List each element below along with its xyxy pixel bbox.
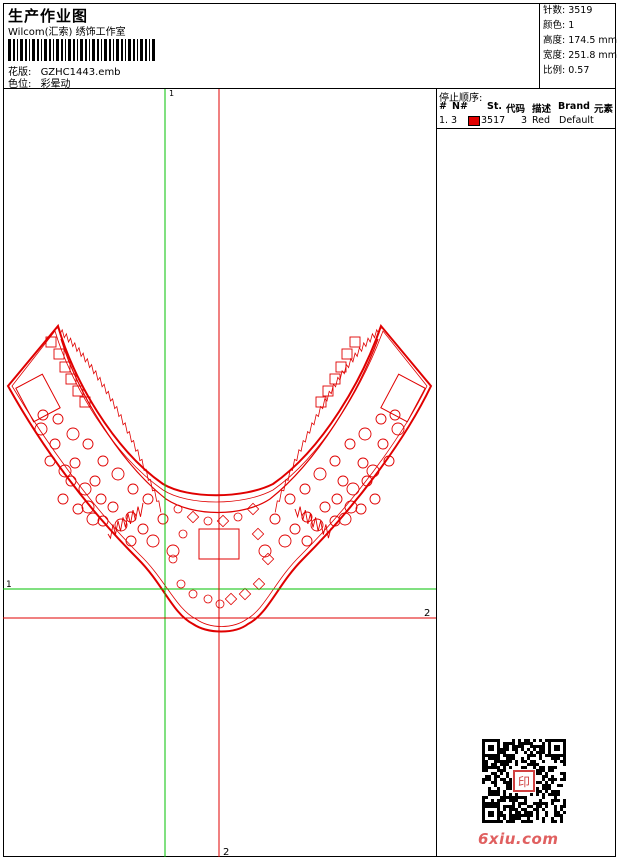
col-num: # bbox=[439, 101, 447, 112]
stat-width: 宽度: 251.8 mm bbox=[543, 50, 617, 61]
stat-colors: 颜色: 1 bbox=[543, 20, 575, 31]
row-needle: 3 bbox=[451, 115, 458, 126]
stat-stitches: 针数: 3519 bbox=[543, 5, 593, 16]
col-element: 元素 bbox=[594, 104, 614, 115]
guide-label-h2: 2 bbox=[424, 608, 430, 619]
stat-scale: 比例: 0.57 bbox=[543, 65, 590, 76]
colorway-value: 彩晕动 bbox=[40, 79, 71, 90]
guide-label-v1: 1 bbox=[169, 89, 174, 98]
header: 生产作业图 Wilcom(汇索) 绣饰工作室 花版: GZHC1443.emb … bbox=[3, 3, 617, 90]
col-needle: N# bbox=[452, 101, 468, 112]
company-name: Wilcom(汇索) 绣饰工作室 bbox=[8, 27, 126, 38]
row-num: 1. bbox=[439, 115, 449, 126]
col-code: 代码 bbox=[506, 104, 526, 115]
design-canvas: 1 1 2 2 bbox=[3, 89, 436, 857]
divider bbox=[437, 128, 616, 129]
barcode bbox=[8, 39, 155, 61]
stats-panel: 针数: 3519 颜色: 1 高度: 174.5 mm 宽度: 251.8 mm… bbox=[539, 3, 617, 88]
row-desc: Red bbox=[532, 115, 551, 126]
color-swatch bbox=[468, 115, 480, 126]
col-stitches: St. bbox=[487, 101, 502, 112]
table-row: 1. 3 3517 3 Red Default bbox=[437, 115, 616, 127]
svg-text:印: 印 bbox=[518, 775, 530, 789]
row-code: 3 bbox=[521, 115, 528, 126]
guide-label-v2: 2 bbox=[223, 847, 229, 857]
row-stitches: 3517 bbox=[481, 115, 506, 126]
stop-sequence-header: # N# St. 代码 描述 Brand 元素 bbox=[437, 101, 616, 115]
watermark-text: 6xiu.com bbox=[478, 830, 559, 848]
stat-height: 高度: 174.5 mm bbox=[543, 35, 617, 46]
col-brand: Brand bbox=[558, 101, 590, 112]
guide-label-h1: 1 bbox=[6, 580, 12, 590]
col-desc: 描述 bbox=[532, 104, 552, 115]
row-brand: Default bbox=[559, 115, 594, 126]
colorway-label: 色位: bbox=[8, 79, 32, 90]
qr-code: 印 bbox=[482, 739, 566, 823]
colorway-row: 色位: 彩晕动 bbox=[8, 75, 71, 90]
